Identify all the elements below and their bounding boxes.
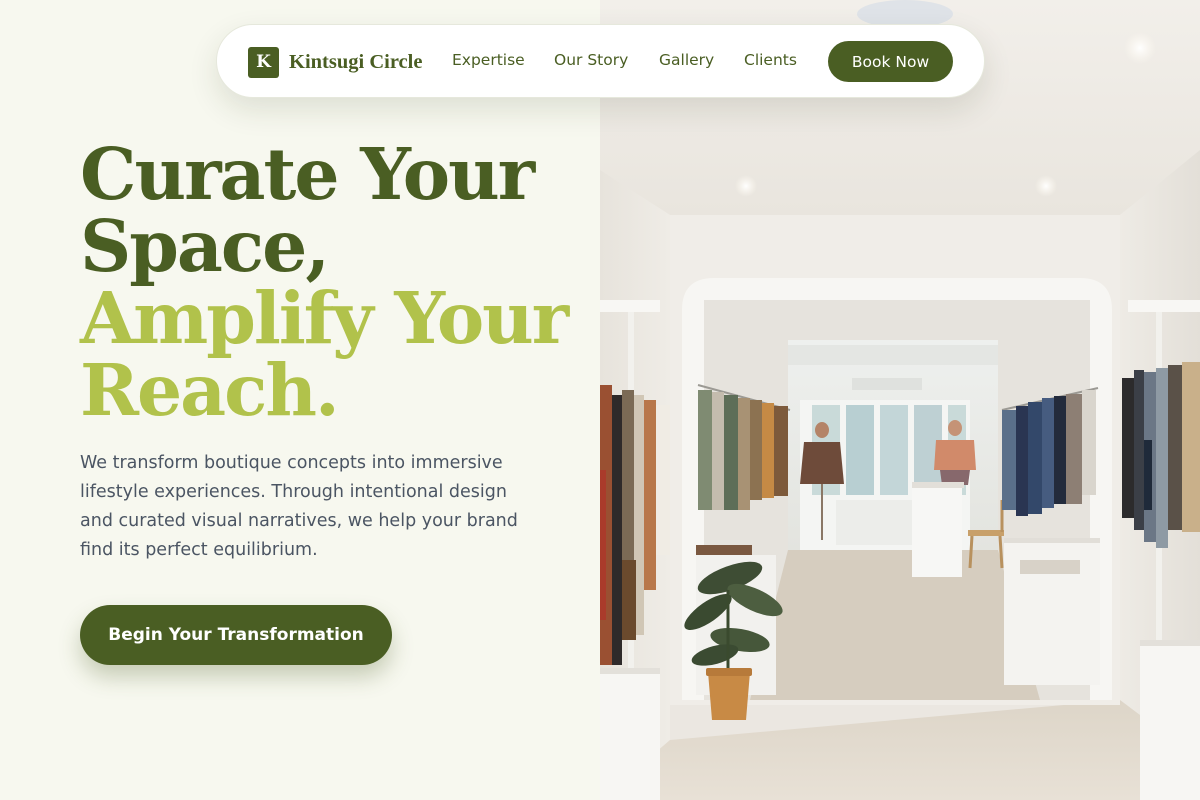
headline-accent-line: Amplify Your [80,276,569,360]
hero-description: We transform boutique concepts into imme… [80,453,518,560]
top-nav: K Kintsugi Circle Expertise Our Story Ga… [216,24,985,98]
headline-line: Curate Your [80,132,535,216]
nav-link-clients[interactable]: Clients [744,51,797,69]
hero-section: Curate Your Space, Amplify Your Reach. W… [0,0,600,800]
headline-line: Space, [80,204,330,288]
brand-mark-icon: K [248,46,279,78]
brand-logo-link[interactable]: K Kintsugi Circle [248,46,422,78]
hero-headline: Curate Your Space, Amplify Your Reach. [80,138,580,426]
book-now-button[interactable]: Book Now [828,41,953,82]
headline-accent-line: Reach. [80,348,340,432]
nav-link-expertise[interactable]: Expertise [452,51,525,69]
brand-name: Kintsugi Circle [289,50,423,73]
boutique-interior-photo [600,0,1200,800]
nav-link-gallery[interactable]: Gallery [659,51,714,69]
nav-link-our-story[interactable]: Our Story [554,51,628,69]
begin-transformation-button[interactable]: Begin Your Transformation [80,605,392,665]
